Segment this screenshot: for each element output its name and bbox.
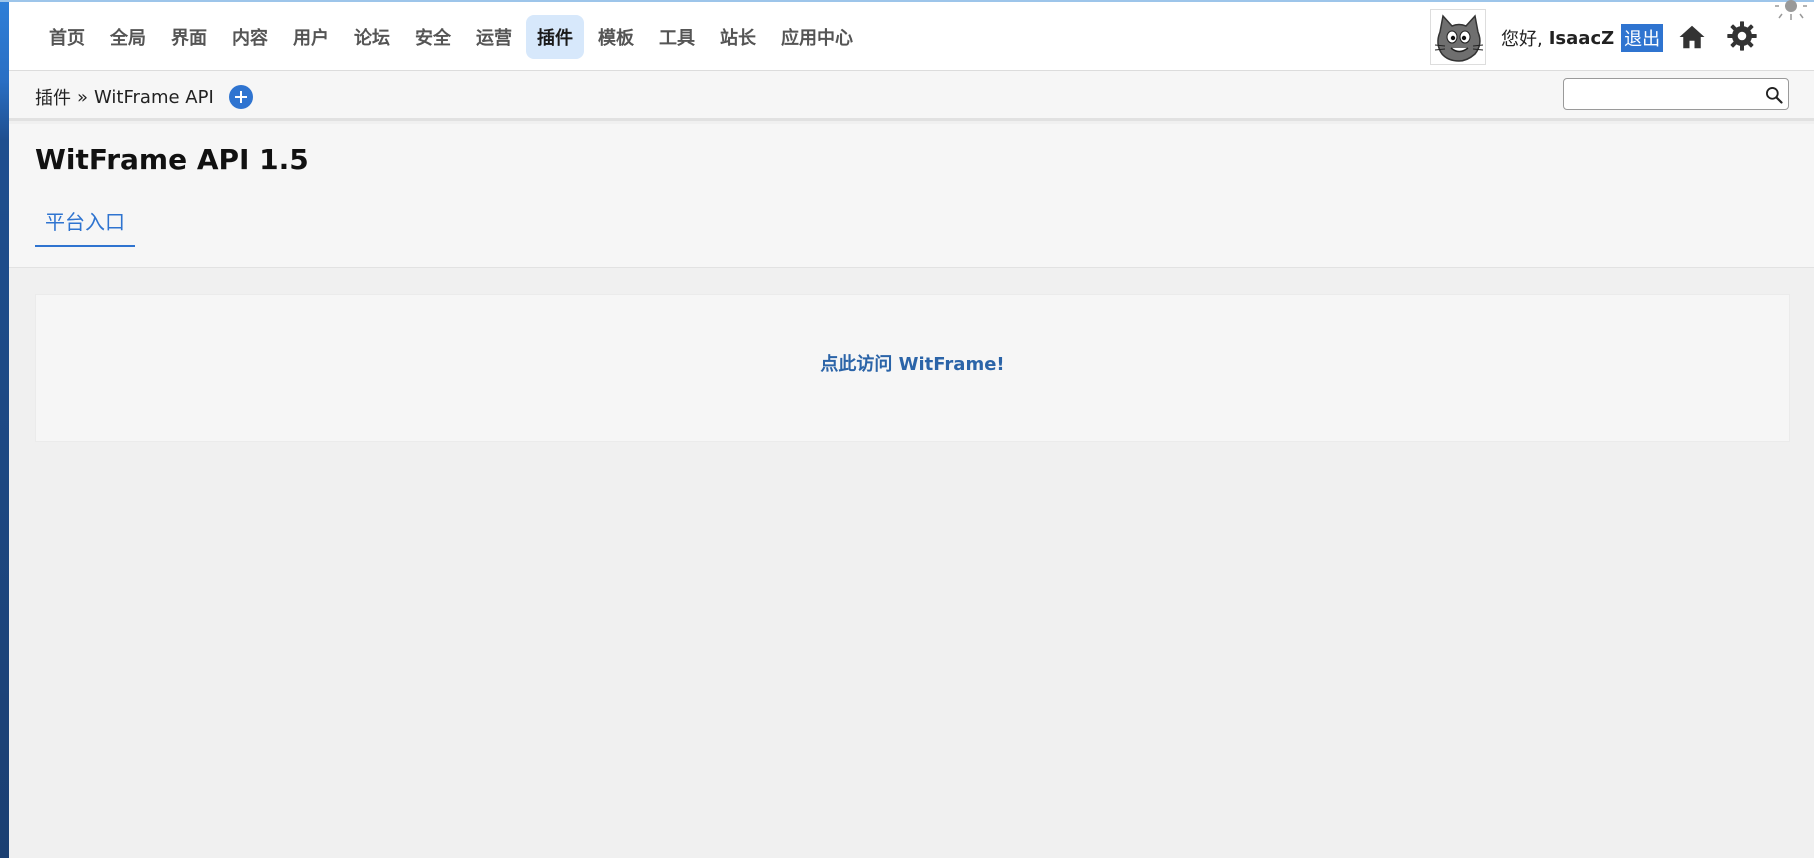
nav-item-users[interactable]: 用户: [282, 15, 340, 59]
nav-item-global[interactable]: 全局: [99, 15, 157, 59]
tab-platform-entry[interactable]: 平台入口: [35, 195, 135, 247]
admin-app: 首页 全局 界面 内容 用户 论坛 安全 运营 插件 模板 工具 站长 应用中心: [9, 0, 1814, 858]
plus-circle-icon[interactable]: [229, 85, 253, 109]
breadcrumb-separator: »: [77, 86, 89, 108]
nav-item-forum[interactable]: 论坛: [343, 15, 401, 59]
user-greeting: 您好, IsaacZ 退出: [1501, 24, 1664, 52]
gear-icon[interactable]: [1726, 20, 1758, 52]
breadcrumb: 插件 » WitFrame API: [35, 84, 214, 110]
search-icon[interactable]: [1764, 85, 1784, 105]
breadcrumb-bar: 插件 » WitFrame API: [9, 71, 1814, 121]
search-box: [1563, 78, 1789, 110]
window-left-edge: [0, 0, 9, 858]
visit-witframe-link[interactable]: 点此访问 WitFrame!: [36, 350, 1789, 376]
nav-item-webmaster[interactable]: 站长: [709, 15, 767, 59]
page-title: WitFrame API 1.5: [35, 143, 309, 176]
moon-icon[interactable]: [1799, 20, 1814, 50]
nav-item-home[interactable]: 首页: [38, 15, 96, 59]
nav-item-operations[interactable]: 运营: [465, 15, 523, 59]
avatar[interactable]: [1430, 9, 1486, 65]
breadcrumb-current: WitFrame API: [94, 86, 214, 108]
top-header: 首页 全局 界面 内容 用户 论坛 安全 运营 插件 模板 工具 站长 应用中心: [9, 0, 1814, 71]
page-header: WitFrame API 1.5 平台入口: [9, 124, 1814, 268]
nav-item-app-center[interactable]: 应用中心: [770, 15, 864, 59]
nav-item-templates[interactable]: 模板: [587, 15, 645, 59]
home-icon[interactable]: [1677, 22, 1707, 52]
nav-item-interface[interactable]: 界面: [160, 15, 218, 59]
cat-avatar-icon: [1434, 14, 1484, 62]
nav-item-plugins[interactable]: 插件: [526, 15, 584, 59]
search-input[interactable]: [1570, 83, 1750, 105]
breadcrumb-section[interactable]: 插件: [35, 84, 71, 110]
nav-item-security[interactable]: 安全: [404, 15, 462, 59]
greeting-text: 您好,: [1501, 29, 1543, 50]
nav-item-tools[interactable]: 工具: [648, 15, 706, 59]
main-nav: 首页 全局 界面 内容 用户 论坛 安全 运营 插件 模板 工具 站长 应用中心: [38, 15, 867, 59]
nav-item-content[interactable]: 内容: [221, 15, 279, 59]
username[interactable]: IsaacZ: [1549, 28, 1614, 49]
content-panel: 点此访问 WitFrame!: [35, 294, 1790, 442]
logout-button[interactable]: 退出: [1621, 24, 1664, 52]
